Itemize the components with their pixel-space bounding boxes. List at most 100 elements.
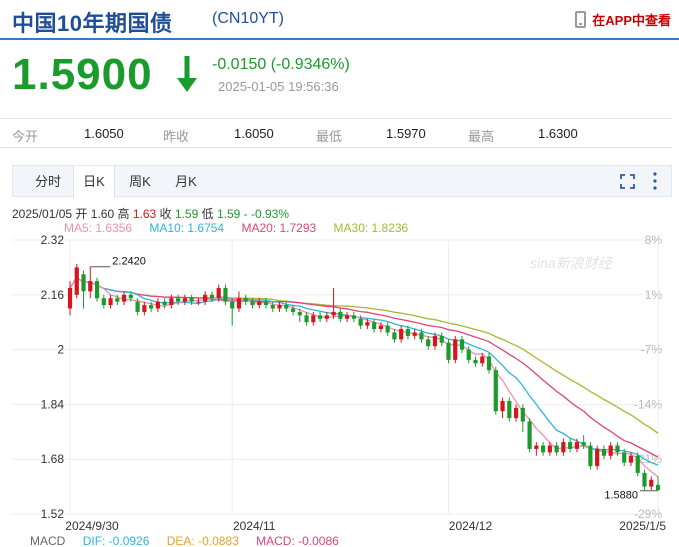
macd-value: MACD: -0.0086 bbox=[256, 534, 339, 547]
candle-body bbox=[128, 294, 133, 299]
candle-body bbox=[88, 281, 93, 292]
candle-body bbox=[203, 294, 208, 302]
candle-body bbox=[74, 267, 79, 295]
pct-tick-label: 8% bbox=[645, 233, 663, 247]
candle-body bbox=[446, 342, 451, 360]
candle-body bbox=[568, 442, 573, 449]
candle-body bbox=[365, 322, 370, 326]
y-tick-label: 2.16 bbox=[41, 288, 65, 302]
candle-body bbox=[432, 335, 438, 347]
candlestick-chart[interactable]: 2.32 8%2.16 1%2 -7%1.84 -14%1.68 -21%1.52 -29%… bbox=[0, 0, 679, 547]
candle-body bbox=[142, 305, 147, 312]
candle-body bbox=[622, 452, 627, 463]
x-tick-label: 2024/9/30 bbox=[65, 519, 119, 533]
candle-body bbox=[412, 332, 417, 336]
candle-body bbox=[270, 305, 275, 309]
candle-body bbox=[635, 455, 640, 473]
candle-body bbox=[311, 315, 316, 323]
candle-body bbox=[601, 448, 607, 456]
candle-body bbox=[385, 325, 390, 333]
candle-body bbox=[284, 305, 289, 309]
min-annotation: 1.5880 bbox=[604, 490, 638, 502]
macd-legend: MACD DIF: -0.0926 DEA: -0.0883 MACD: -0.… bbox=[30, 534, 353, 547]
candle-body bbox=[209, 294, 215, 299]
candle-body bbox=[263, 301, 269, 306]
candle-body bbox=[94, 281, 100, 299]
candle-body bbox=[338, 311, 343, 319]
candle-body bbox=[216, 287, 221, 299]
candle-body bbox=[196, 301, 201, 303]
y-tick-label: 1.68 bbox=[41, 452, 65, 466]
candle-body bbox=[574, 442, 579, 449]
candle-body bbox=[608, 445, 613, 456]
candle-body bbox=[358, 318, 363, 326]
candle-body bbox=[547, 445, 552, 453]
candle-body bbox=[554, 445, 559, 453]
candle-body bbox=[250, 301, 255, 306]
candle-body bbox=[507, 400, 512, 419]
y-tick-label: 2.32 bbox=[41, 233, 65, 247]
candle-body bbox=[628, 455, 634, 463]
candle-body bbox=[182, 298, 187, 302]
candle-body bbox=[655, 484, 661, 491]
candle-body bbox=[317, 315, 323, 319]
macd-title: MACD bbox=[30, 534, 66, 547]
candle-body bbox=[81, 274, 86, 292]
candle-body bbox=[290, 308, 296, 312]
macd-dea: DEA: -0.0883 bbox=[166, 534, 239, 547]
candle-body bbox=[372, 322, 377, 330]
candle-body bbox=[595, 448, 600, 467]
pct-tick-label: 1% bbox=[645, 288, 663, 302]
candle-body bbox=[419, 332, 424, 340]
candle-body bbox=[581, 442, 586, 446]
candle-body bbox=[534, 445, 539, 449]
candle-body bbox=[324, 315, 329, 319]
macd-dif: DIF: -0.0926 bbox=[82, 534, 150, 547]
candle-body bbox=[473, 359, 478, 364]
candle-body bbox=[500, 400, 505, 412]
candle-body bbox=[135, 301, 140, 312]
candle-body bbox=[541, 445, 546, 453]
candle-body bbox=[223, 287, 228, 302]
candle-body bbox=[257, 301, 262, 306]
x-tick-label: 2025/1/5 bbox=[619, 519, 666, 533]
candle-body bbox=[405, 329, 411, 336]
candle-body bbox=[155, 301, 160, 309]
pct-tick-label: -7% bbox=[641, 343, 663, 357]
candle-body bbox=[649, 479, 654, 487]
candle-body bbox=[189, 298, 194, 302]
candle-body bbox=[304, 315, 309, 323]
candle-body bbox=[480, 356, 485, 364]
candle-body bbox=[115, 298, 120, 302]
candle-body bbox=[439, 335, 444, 343]
candle-body bbox=[243, 298, 248, 302]
candle-body bbox=[520, 407, 525, 422]
candle-body bbox=[297, 311, 302, 316]
candle-body bbox=[392, 332, 397, 340]
candle-body bbox=[642, 472, 647, 487]
max-annotation: 2.2420 bbox=[112, 256, 146, 268]
candle-body bbox=[162, 301, 167, 306]
candle-body bbox=[149, 305, 154, 309]
x-tick-label: 2024/11 bbox=[233, 519, 276, 533]
candle-body bbox=[121, 294, 127, 302]
candle-body bbox=[345, 315, 350, 319]
candle-body bbox=[527, 421, 532, 449]
y-tick-label: 2 bbox=[57, 343, 64, 357]
candle-body bbox=[236, 298, 242, 309]
candle-body bbox=[277, 305, 282, 309]
y-tick-label: 1.84 bbox=[41, 397, 65, 411]
candle-body bbox=[378, 325, 383, 330]
y-tick-label: 1.52 bbox=[41, 507, 65, 521]
candle-body bbox=[493, 370, 498, 412]
candle-body bbox=[169, 298, 174, 306]
candle-body bbox=[331, 311, 336, 316]
candle-body bbox=[513, 407, 519, 419]
candle-body bbox=[230, 301, 235, 309]
candle-body bbox=[466, 349, 471, 360]
candle-body bbox=[67, 287, 73, 309]
candle-body bbox=[351, 315, 356, 319]
candle-body bbox=[426, 339, 431, 347]
watermark-text: sina新浪财经 bbox=[530, 255, 614, 271]
candle-body bbox=[459, 339, 465, 350]
